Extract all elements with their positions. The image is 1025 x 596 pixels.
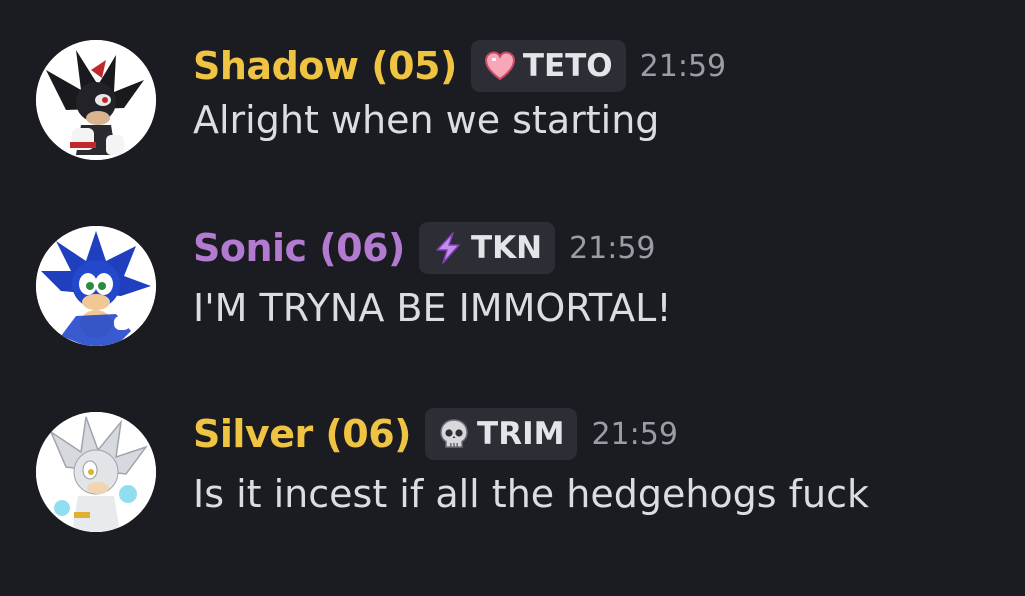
timestamp: 21:59 (591, 416, 678, 452)
message-header: Shadow (05) TETO 21:59 (193, 40, 726, 92)
username[interactable]: Silver (06) (193, 412, 412, 456)
message-text: Alright when we starting (193, 98, 660, 142)
timestamp: 21:59 (639, 48, 727, 84)
guild-tag-label: TKN (470, 230, 543, 266)
message-text: I'M TRYNA BE IMMORTAL! (193, 286, 672, 330)
username[interactable]: Shadow (05) (193, 44, 457, 88)
chat-message: Silver (06) TRIM 21:59 Is it incest if a… (0, 408, 1025, 562)
guild-tag[interactable]: TKN (418, 222, 556, 274)
guild-tag-label: TETO (522, 48, 613, 84)
guild-tag[interactable]: TRIM (425, 408, 578, 460)
pink-heart-icon (483, 49, 517, 83)
lightning-bolt-icon (431, 231, 465, 265)
message-header: Sonic (06) TKN 21:59 (193, 222, 656, 274)
message-text: Is it incest if all the hedgehogs fuck (193, 472, 870, 516)
sonic-hedgehog-avatar-icon (36, 226, 156, 346)
skull-icon (437, 417, 471, 451)
silver-hedgehog-avatar-icon (36, 412, 156, 532)
chat-message: Shadow (05) TETO 21:59 Alright when we s… (0, 40, 1025, 190)
message-header: Silver (06) TRIM 21:59 (193, 408, 678, 460)
chat-message: Sonic (06) TKN 21:59 I'M TRYNA BE IMMORT… (0, 222, 1025, 376)
guild-tag[interactable]: TETO (470, 40, 626, 92)
username[interactable]: Sonic (06) (193, 226, 405, 270)
avatar[interactable] (36, 412, 156, 532)
timestamp: 21:59 (569, 230, 656, 266)
avatar[interactable] (36, 40, 156, 160)
guild-tag-label: TRIM (477, 416, 565, 452)
chat-message-list: Shadow (05) TETO 21:59 Alright when we s… (0, 0, 1025, 596)
avatar[interactable] (36, 226, 156, 346)
shadow-hedgehog-avatar-icon (36, 40, 156, 160)
